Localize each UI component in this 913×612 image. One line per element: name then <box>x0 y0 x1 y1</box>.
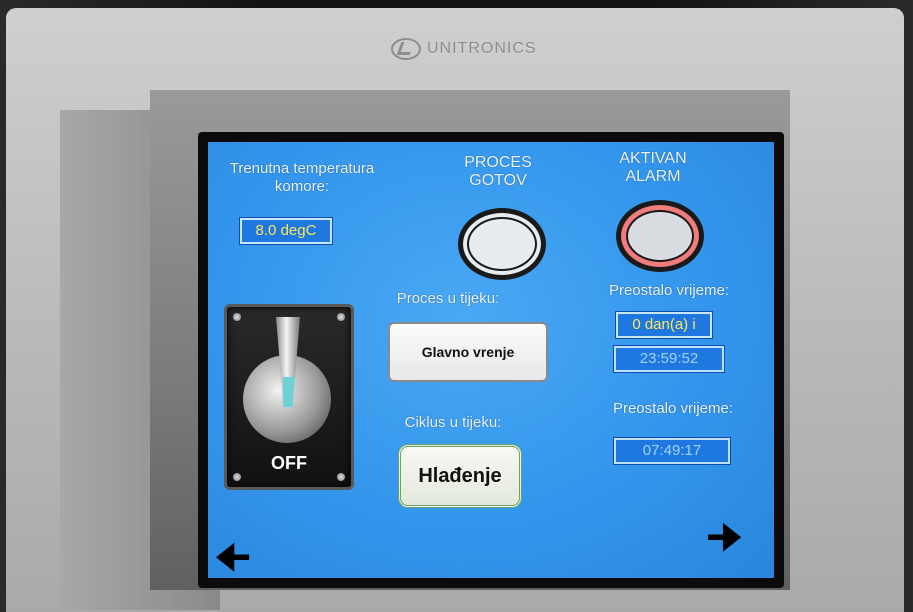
screw-icon <box>337 473 345 481</box>
screw-icon <box>233 473 241 481</box>
alarm-label: AKTIVAN ALARM <box>619 150 687 185</box>
power-toggle-switch[interactable]: OFF <box>224 304 354 490</box>
process-done-label: PROCES GOTOV <box>464 154 532 189</box>
process-label: Proces u tijeku: <box>396 290 500 307</box>
photo-stage: UNITRONICS Trenutna temperatura komore: … <box>0 0 913 612</box>
unitronics-logo-icon <box>391 38 421 60</box>
cycle-remaining-time-label: Preostalo vrijeme: <box>612 400 734 417</box>
temperature-label: Trenutna temperatura komore: <box>229 160 375 195</box>
arrow-right-icon[interactable]: 🠊 <box>706 518 743 558</box>
process-done-indicator <box>458 208 546 280</box>
process-button[interactable]: Glavno vrenje <box>388 322 548 382</box>
remaining-days-value: 0 dan(a) i <box>615 311 713 339</box>
cycle-label: Ciklus u tijeku: <box>404 414 502 431</box>
remaining-time-value: 23:59:52 <box>613 345 725 373</box>
screw-icon <box>337 313 345 321</box>
hmi-screen: Trenutna temperatura komore: 8.0 degC PR… <box>208 142 774 578</box>
cycle-button[interactable]: Hlađenje <box>398 444 522 508</box>
brand-name: UNITRONICS <box>427 40 537 57</box>
cycle-remaining-time-value: 07:49:17 <box>613 437 731 465</box>
brand-logo: UNITRONICS <box>391 38 537 60</box>
screw-icon <box>233 313 241 321</box>
switch-state-label: OFF <box>271 453 307 473</box>
remaining-time-label: Preostalo vrijeme: <box>608 282 730 299</box>
alarm-indicator <box>616 200 704 272</box>
arrow-left-icon[interactable]: 🠈 <box>214 538 251 578</box>
temperature-value: 8.0 degC <box>239 217 333 245</box>
